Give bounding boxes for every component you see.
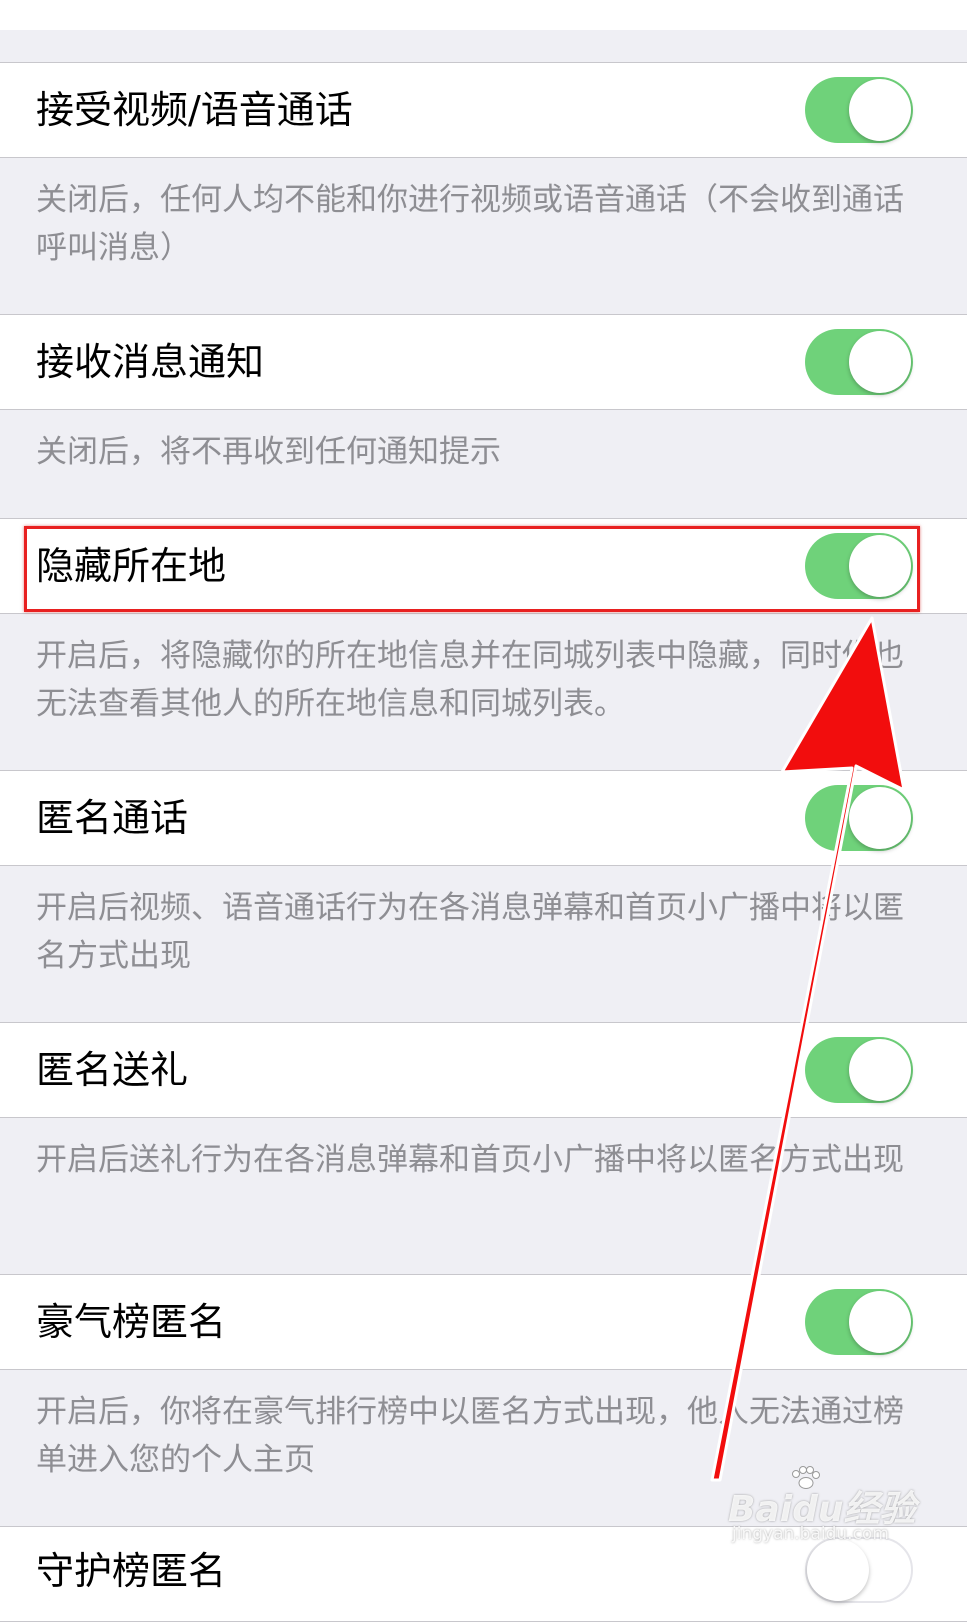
toggle-switch[interactable] [805,329,913,395]
toggle-switch[interactable] [805,1037,913,1103]
setting-description: 开启后视频、语音通话行为在各消息弹幕和首页小广播中将以匿名方式出现 [36,890,904,974]
toggle-knob [807,1539,869,1601]
setting-description: 开启后，你将在豪气排行榜中以匿名方式出现，他人无法通过榜单进入您的个人主页 [36,1394,904,1478]
toggle-knob [849,535,911,597]
toggle-knob [849,1291,911,1353]
top-strip [0,0,967,30]
toggle-switch[interactable] [805,1289,913,1355]
setting-description: 关闭后，任何人均不能和你进行视频或语音通话（不会收到通话呼叫消息） [36,182,904,266]
setting-description: 关闭后，将不再收到任何通知提示 [36,434,501,470]
toggle-switch[interactable] [805,77,913,143]
watermark-brand: Baidu经验 [728,1489,916,1530]
setting-label: 隐藏所在地 [36,544,227,588]
toggle-knob [849,787,911,849]
setting-label: 接收消息通知 [36,340,265,384]
setting-row-hide-location[interactable]: 隐藏所在地 [0,518,967,614]
setting-description: 开启后，将隐藏你的所在地信息并在同城列表中隐藏，同时你也无法查看其他人的所在地信… [36,638,904,722]
setting-label: 接受视频/语音通话 [36,88,353,132]
toggle-switch[interactable] [805,1537,913,1603]
setting-label: 豪气榜匿名 [36,1300,227,1344]
setting-row-message-notification[interactable]: 接收消息通知 [0,314,967,410]
toggle-knob [849,1039,911,1101]
setting-row-video-voice-call[interactable]: 接受视频/语音通话 [0,62,967,158]
setting-label: 匿名送礼 [36,1048,189,1092]
toggle-knob [849,79,911,141]
setting-row-anonymous-gift[interactable]: 匿名送礼 [0,1022,967,1118]
toggle-switch[interactable] [805,533,913,599]
setting-label: 匿名通话 [36,796,189,840]
setting-label: 守护榜匿名 [36,1549,227,1593]
setting-row-guardian-ranking-anonymous[interactable]: 守护榜匿名 [0,1526,967,1622]
setting-row-generosity-ranking-anonymous[interactable]: 豪气榜匿名 [0,1274,967,1370]
setting-description: 开启后送礼行为在各消息弹幕和首页小广播中将以匿名方式出现 [36,1142,904,1178]
toggle-knob [849,331,911,393]
toggle-switch[interactable] [805,785,913,851]
setting-row-anonymous-call[interactable]: 匿名通话 [0,770,967,866]
